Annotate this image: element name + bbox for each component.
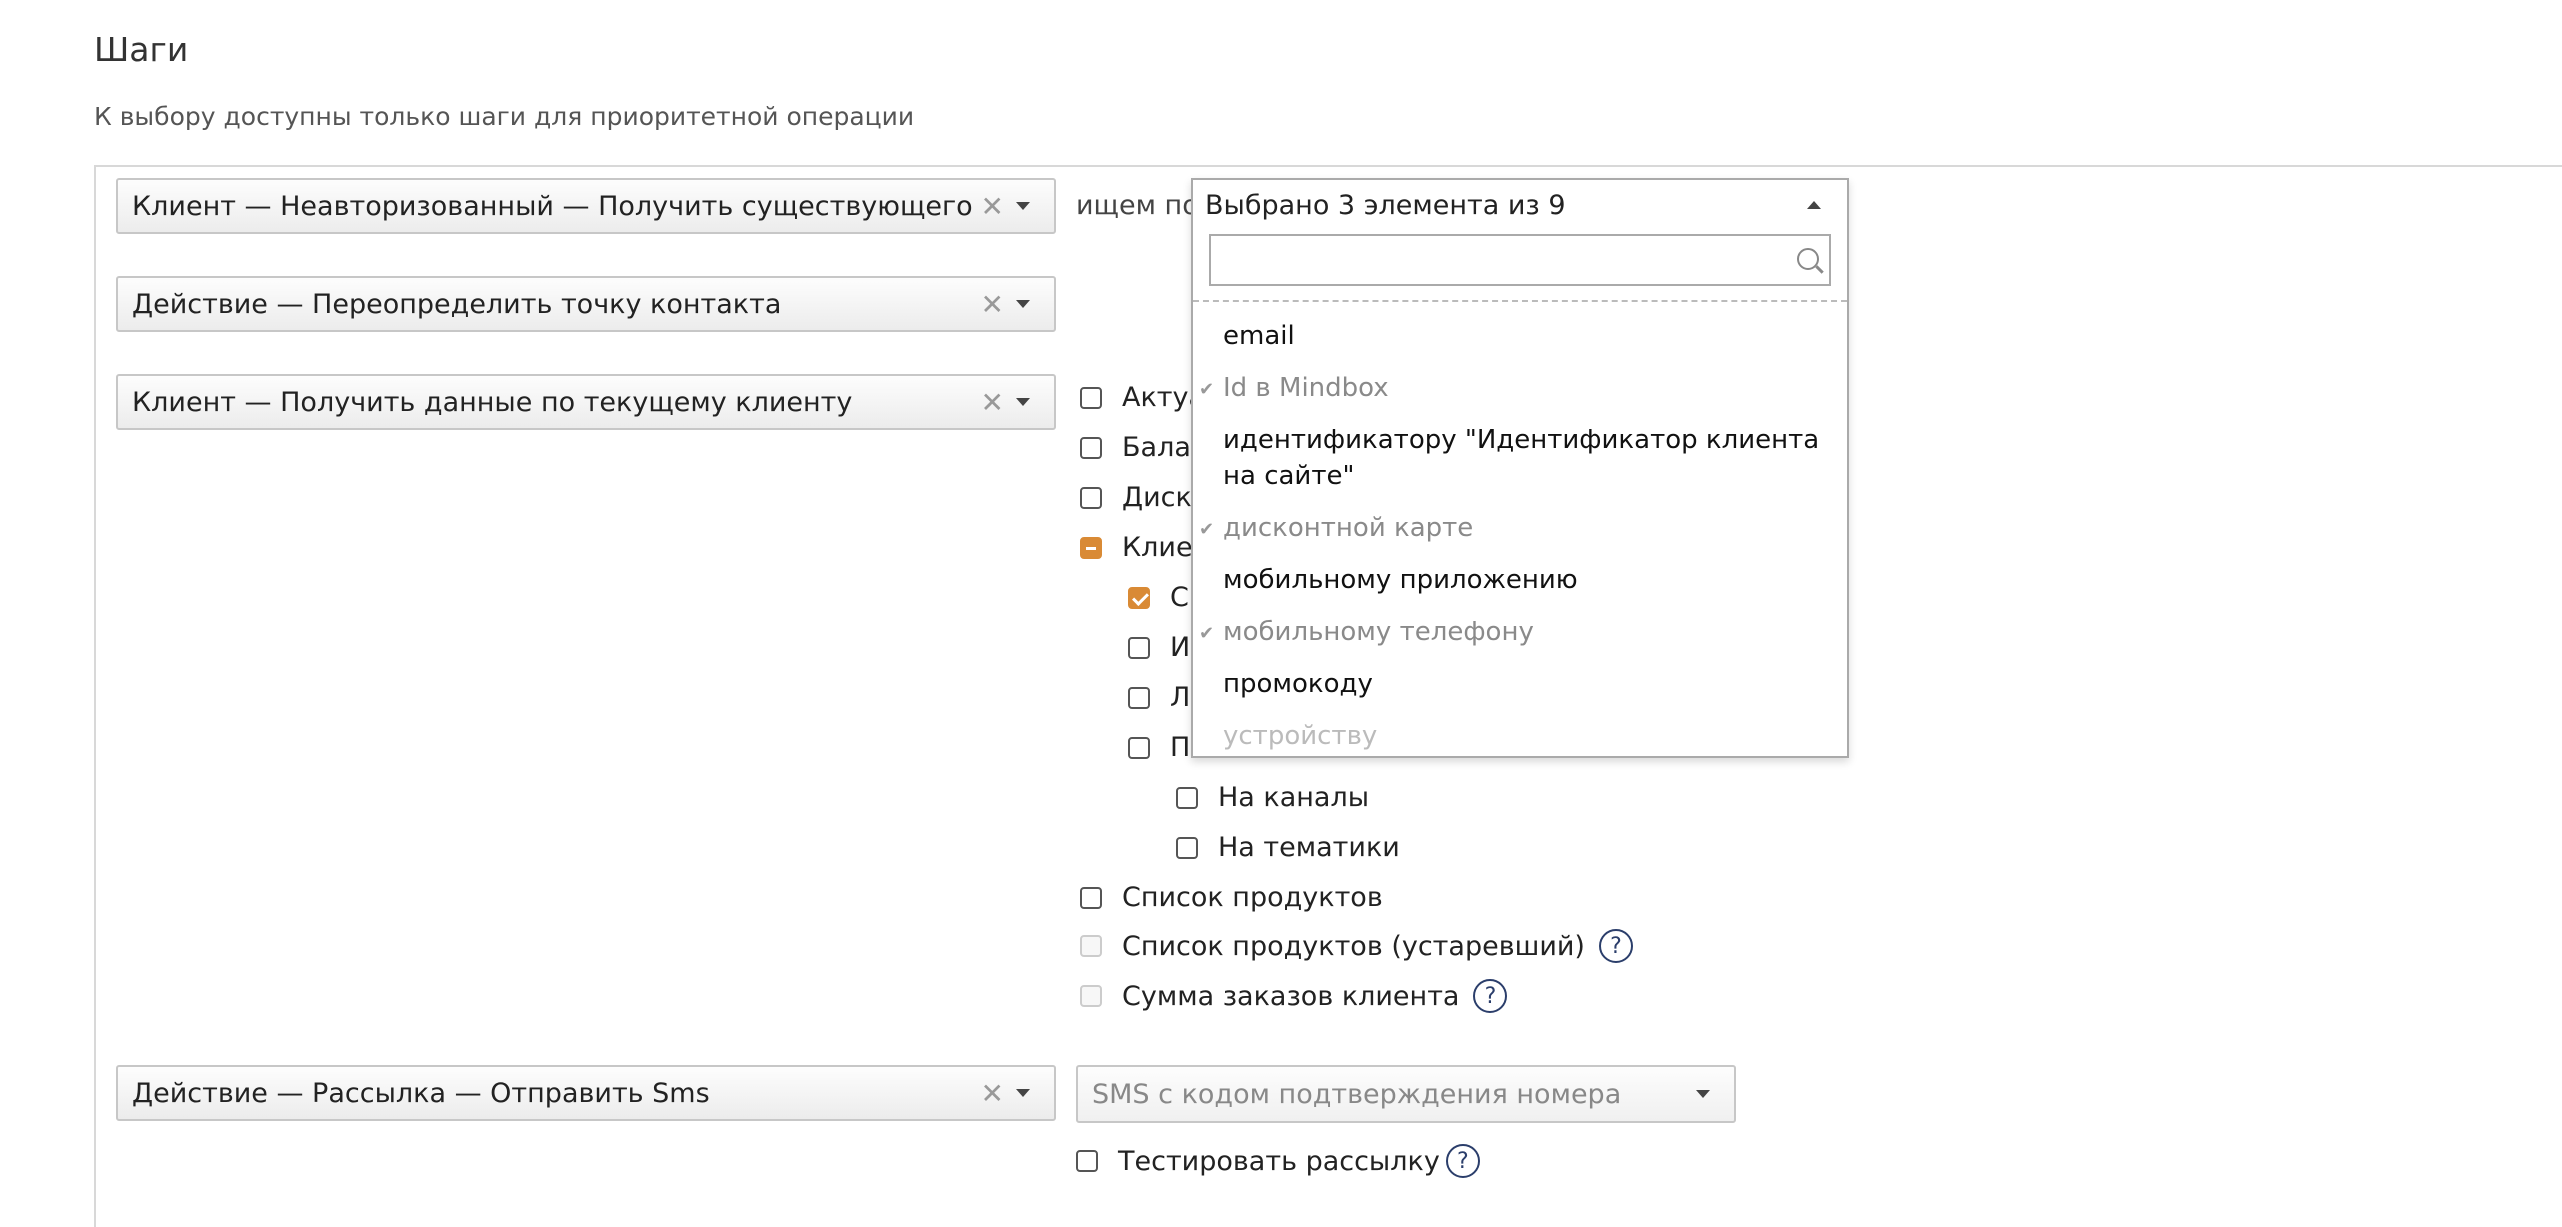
chevron-down-icon[interactable] — [1016, 202, 1030, 210]
help-circle-icon[interactable]: ? — [1473, 979, 1508, 1013]
checkbox[interactable] — [1128, 636, 1150, 659]
dropdown-option[interactable]: промокоду — [1193, 658, 1847, 710]
dropdown-search[interactable] — [1209, 234, 1831, 286]
step-select-3-value: Клиент — Получить данные по текущему кли… — [132, 386, 853, 418]
dropdown-option-selected[interactable]: ✔ Id в Mindbox — [1193, 362, 1847, 414]
search-by-label: ищем по — [1076, 190, 1199, 221]
checkbox[interactable] — [1176, 786, 1198, 809]
step-select-4-value: Действие — Рассылка — Отправить Sms — [132, 1077, 710, 1109]
help-circle-icon[interactable]: ? — [1445, 1144, 1480, 1178]
sms-template-value: SMS с кодом подтверждения номера — [1092, 1078, 1622, 1110]
section-title: Шаги — [94, 30, 189, 69]
close-icon[interactable]: ✕ — [981, 386, 1004, 419]
client-data-option[interactable]: Список продуктов — [1080, 882, 1383, 913]
test-mailing-option[interactable]: Тестировать рассылку ? — [1076, 1144, 1480, 1178]
checkbox-checked[interactable] — [1128, 586, 1150, 609]
checkbox[interactable] — [1076, 1150, 1098, 1172]
dropdown-option[interactable]: email — [1193, 310, 1847, 362]
checkbox-disabled — [1080, 935, 1102, 957]
check-icon: ✔ — [1199, 379, 1215, 400]
dropdown-option-selected[interactable]: ✔ дисконтной карте — [1193, 502, 1847, 554]
client-data-suboption[interactable]: С — [1128, 582, 1189, 613]
client-data-option[interactable]: Диско — [1080, 482, 1208, 513]
option-label: На каналы — [1218, 782, 1370, 813]
chevron-down-icon[interactable] — [1696, 1090, 1710, 1098]
search-input[interactable] — [1211, 236, 1780, 286]
section-subtitle: К выбору доступны только шаги для приори… — [94, 102, 915, 131]
option-label: мобильному телефону — [1223, 617, 1534, 647]
option-label: Сумма заказов клиента — [1122, 980, 1460, 1012]
option-label: Л — [1170, 682, 1191, 713]
option-label: На тематики — [1218, 832, 1400, 863]
dropdown-option-selected[interactable]: ✔ мобильному телефону — [1193, 606, 1847, 658]
checkbox[interactable] — [1080, 486, 1102, 509]
client-data-subsuboption[interactable]: На тематики — [1176, 832, 1400, 863]
checkbox[interactable] — [1176, 836, 1198, 859]
close-icon[interactable]: ✕ — [981, 190, 1004, 223]
checkbox-disabled — [1080, 985, 1102, 1007]
option-label: промокоду — [1223, 669, 1373, 699]
option-label: С — [1170, 582, 1189, 613]
checkbox[interactable] — [1080, 886, 1102, 909]
option-label: мобильному приложению — [1223, 565, 1578, 595]
chevron-up-icon[interactable] — [1807, 201, 1821, 209]
check-icon: ✔ — [1199, 519, 1215, 540]
option-label: устройству — [1223, 721, 1378, 751]
test-mailing-label: Тестировать рассылку — [1118, 1145, 1440, 1177]
client-data-suboption[interactable]: Л — [1128, 682, 1190, 713]
client-data-suboption[interactable]: П — [1128, 732, 1190, 763]
chevron-down-icon[interactable] — [1016, 398, 1030, 406]
dropdown-options: email ✔ Id в Mindbox идентификатору "Иде… — [1193, 302, 1847, 762]
dropdown-option-disabled: устройству — [1193, 710, 1847, 762]
client-data-option: Сумма заказов клиента ? — [1080, 979, 1508, 1013]
search-by-summary[interactable]: Выбрано 3 элемента из 9 — [1193, 180, 1847, 230]
option-label: Список продуктов — [1122, 882, 1383, 913]
checkbox[interactable] — [1080, 436, 1102, 459]
option-label: Id в Mindbox — [1223, 373, 1389, 403]
client-data-option: Список продуктов (устаревший) ? — [1080, 929, 1633, 963]
client-data-suboption[interactable]: И — [1128, 632, 1190, 663]
step-select-3[interactable]: Клиент — Получить данные по текущему кли… — [116, 374, 1056, 430]
sms-template-select[interactable]: SMS с кодом подтверждения номера — [1076, 1065, 1736, 1123]
step-select-4[interactable]: Действие — Рассылка — Отправить Sms ✕ — [116, 1065, 1056, 1121]
option-label: И — [1170, 632, 1191, 663]
option-label: П — [1170, 732, 1191, 763]
option-label: идентификатору "Идентификатор клиента на… — [1223, 425, 1820, 491]
checkbox[interactable] — [1128, 686, 1150, 709]
option-label: дисконтной карте — [1223, 513, 1474, 543]
dropdown-option[interactable]: мобильному приложению — [1193, 554, 1847, 606]
close-icon[interactable]: ✕ — [981, 1077, 1004, 1110]
search-icon — [1797, 248, 1819, 270]
close-icon[interactable]: ✕ — [981, 288, 1004, 321]
step-select-2[interactable]: Действие — Переопределить точку контакта… — [116, 276, 1056, 332]
search-by-dropdown[interactable]: Выбрано 3 элемента из 9 email ✔ Id в Min… — [1191, 178, 1849, 758]
step-select-2-value: Действие — Переопределить точку контакта — [132, 288, 782, 320]
checkbox[interactable] — [1128, 736, 1150, 759]
dropdown-option[interactable]: идентификатору "Идентификатор клиента на… — [1193, 414, 1847, 502]
search-by-summary-text: Выбрано 3 элемента из 9 — [1205, 189, 1566, 221]
chevron-down-icon[interactable] — [1016, 300, 1030, 308]
client-data-option[interactable]: Актуа — [1080, 382, 1205, 413]
help-circle-icon[interactable]: ? — [1598, 929, 1633, 963]
client-data-option[interactable]: Балан — [1080, 432, 1209, 463]
step-select-1-value: Клиент — Неавторизованный — Получить сущ… — [132, 190, 973, 222]
step-select-1[interactable]: Клиент — Неавторизованный — Получить сущ… — [116, 178, 1056, 234]
option-label: email — [1223, 321, 1295, 351]
client-data-subsuboption[interactable]: На каналы — [1176, 782, 1369, 813]
checkbox-partial[interactable] — [1080, 536, 1102, 559]
chevron-down-icon[interactable] — [1016, 1089, 1030, 1097]
option-label: Список продуктов (устаревший) — [1122, 930, 1585, 962]
checkbox[interactable] — [1080, 386, 1102, 409]
check-icon: ✔ — [1199, 623, 1215, 644]
